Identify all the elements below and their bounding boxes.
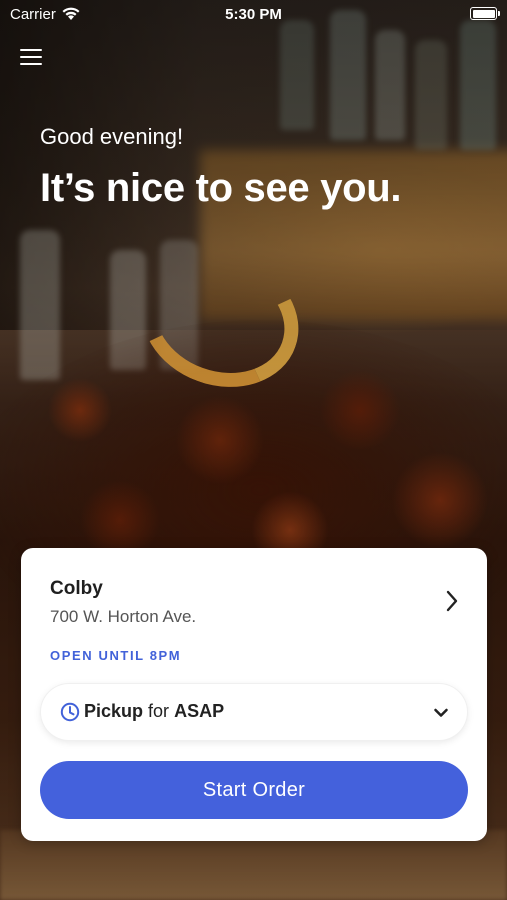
order-type-dropdown[interactable]: Pickup for ASAP [41,684,467,740]
order-type-label: Pickup for ASAP [84,701,224,722]
order-connector: for [148,701,170,721]
store-address: 700 W. Horton Ave. [50,607,197,626]
clock-icon [60,702,80,727]
battery-icon [470,7,500,20]
store-selector[interactable]: Colby 700 W. Horton Ave. [21,548,487,658]
open-status-badge: OPEN UNTIL 8PM [50,648,182,663]
chevron-down-icon [433,706,449,724]
greeting-text: Good evening! [40,124,184,149]
order-timing: ASAP [174,701,225,721]
clock-time: 5:30 PM [225,6,282,23]
page-headline: It’s nice to see you. [40,166,402,210]
order-mode: Pickup [84,701,144,721]
location-card: Colby 700 W. Horton Ave. OPEN UNTIL 8PM … [21,548,487,841]
hamburger-menu-icon[interactable] [20,49,42,69]
start-order-button[interactable]: Start Order [40,761,468,819]
store-name: Colby [50,578,103,599]
chevron-right-icon [445,590,459,617]
status-bar: Carrier 5:30 PM [0,0,507,30]
